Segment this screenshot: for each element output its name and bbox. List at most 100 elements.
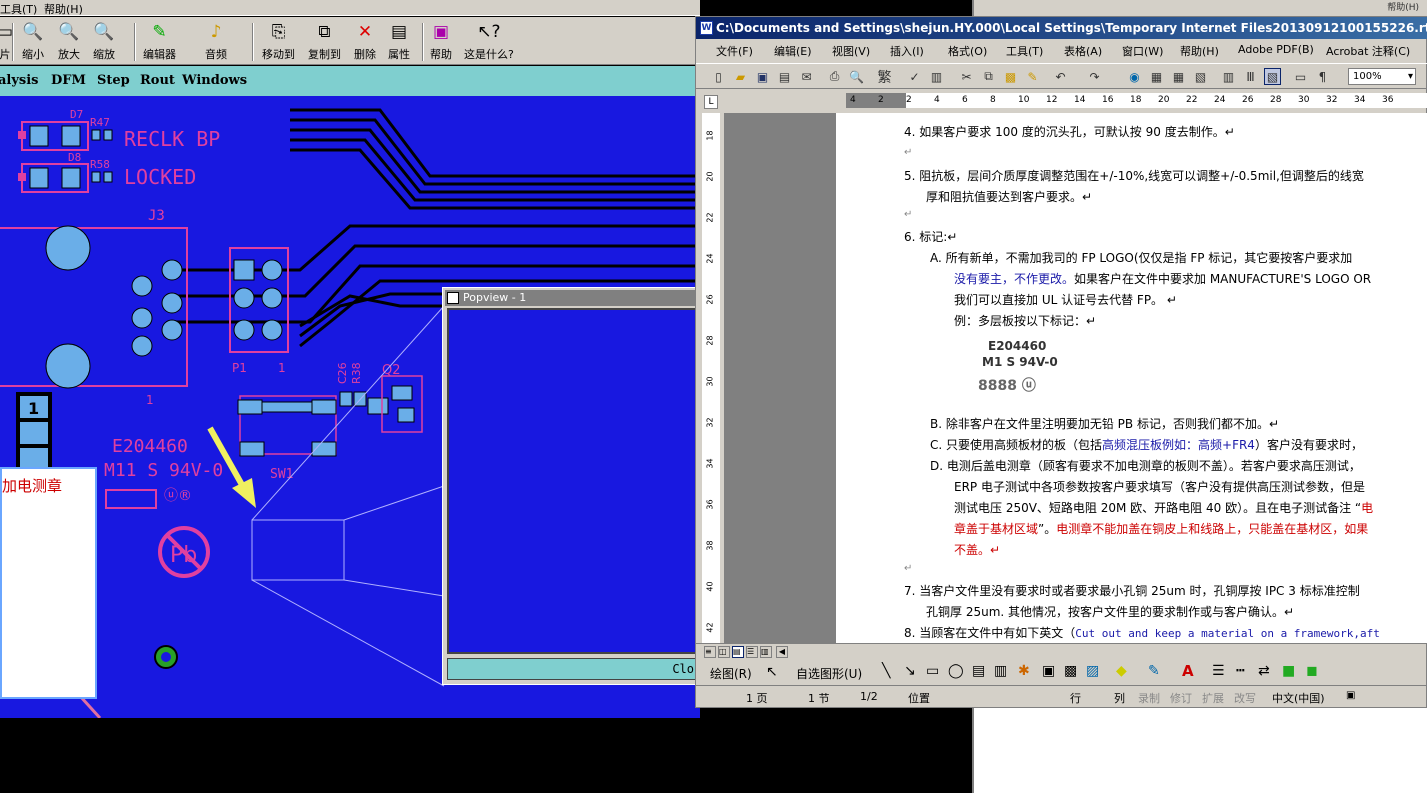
show-hide-icon[interactable]: ▭	[1292, 68, 1309, 85]
drawing-icon[interactable]: Ⅲ	[1242, 68, 1259, 85]
picture-icon[interactable]: ▨	[1086, 663, 1099, 679]
menu-rout[interactable]: Rout	[140, 73, 175, 88]
popview-canvas[interactable]	[447, 308, 699, 654]
web-view-icon[interactable]: ◫	[718, 646, 730, 658]
editor-button[interactable]: ✎ 编辑器	[143, 17, 176, 65]
menu-tools-word[interactable]: 工具(T)	[1006, 43, 1043, 59]
outline-view-icon[interactable]: ☰	[746, 646, 758, 658]
line-color-icon[interactable]: ✎	[1148, 663, 1160, 679]
ruler-tick-label: 30	[1298, 95, 1310, 105]
hyperlink-icon[interactable]: ◉	[1126, 68, 1143, 85]
dash-style-icon[interactable]: ┅	[1236, 663, 1244, 679]
help-button[interactable]: ▣ 帮助	[430, 17, 452, 65]
zoom-select[interactable]: 100% ▾	[1348, 68, 1416, 85]
open-icon[interactable]: ▰	[732, 68, 749, 85]
draw-menu[interactable]: 绘图(R)	[710, 665, 752, 682]
3d-icon[interactable]: ◼	[1306, 663, 1318, 679]
paragraph-mark-icon[interactable]: ¶	[1314, 68, 1331, 85]
clipart-icon[interactable]: ▩	[1064, 663, 1077, 679]
status-record[interactable]: 录制	[1138, 690, 1160, 706]
columns-icon[interactable]: ▥	[1220, 68, 1237, 85]
print-view-icon[interactable]: ▤	[732, 646, 744, 658]
popview-close-button[interactable]: Clo	[447, 658, 699, 680]
cut-icon[interactable]: ✂	[958, 68, 975, 85]
reading-view-icon[interactable]: ▥	[760, 646, 772, 658]
menu-table[interactable]: 表格(A)	[1064, 43, 1102, 59]
copy-icon[interactable]: ⧉	[980, 68, 997, 85]
paste-icon[interactable]: ▩	[1002, 68, 1019, 85]
whats-this-button[interactable]: ↖? 这是什么?	[464, 17, 514, 65]
textbox-icon[interactable]: ▤	[972, 663, 985, 679]
menu-file[interactable]: 文件(F)	[716, 43, 753, 59]
word-window[interactable]: C:\Documents and Settings\shejun.HY.000\…	[695, 16, 1427, 708]
ruler-tick-label: 42	[705, 622, 715, 633]
menu-insert[interactable]: 插入(I)	[890, 43, 924, 59]
undo-icon[interactable]: ↶	[1052, 68, 1069, 85]
properties-button[interactable]: ▤ 属性	[388, 17, 410, 65]
document-page[interactable]: 4. 如果客户要求 100 度的沉头孔，可默认按 90 度去制作。↵ ↵ 5. …	[836, 113, 1427, 643]
arrow-icon[interactable]: ↘	[904, 663, 916, 679]
arrow-style-icon[interactable]: ⇄	[1258, 663, 1270, 679]
menu-help-word[interactable]: 帮助(H)	[1180, 43, 1219, 59]
font-color-icon[interactable]: A	[1182, 662, 1194, 680]
delete-button[interactable]: ✕ 删除	[354, 17, 376, 65]
zoom-in-button[interactable]: 🔍 放大	[58, 17, 80, 65]
line-icon[interactable]: ╲	[882, 663, 890, 679]
select-objects-icon[interactable]: ↖	[766, 664, 778, 680]
research-book-icon[interactable]: ▥	[928, 68, 945, 85]
oval-icon[interactable]: ◯	[948, 663, 964, 679]
vertical-textbox-icon[interactable]: ▥	[994, 663, 1007, 679]
menu-help[interactable]: 帮助(H)	[44, 1, 83, 17]
menu-acrobat-comments[interactable]: Acrobat 注释(C)	[1326, 43, 1410, 59]
spelling-icon[interactable]: 繁	[876, 68, 893, 86]
permission-icon[interactable]: ▤	[776, 68, 793, 85]
word-title-bar[interactable]: C:\Documents and Settings\shejun.HY.000\…	[696, 17, 1427, 39]
popview-window[interactable]: Popview - 1 Clo	[442, 287, 700, 685]
copy-to-button[interactable]: ⧉ 复制到	[308, 17, 341, 65]
document-map-icon[interactable]: ▧	[1264, 68, 1281, 85]
rectangle-icon[interactable]: ▭	[926, 663, 939, 679]
insert-table-icon[interactable]: ▦	[1170, 68, 1187, 85]
menu-format[interactable]: 格式(O)	[948, 43, 987, 59]
print-preview-icon[interactable]: 🔍	[848, 68, 865, 85]
menu-view[interactable]: 视图(V)	[832, 43, 870, 59]
horizontal-scrollbar[interactable]: ≡ ◫ ▤ ☰ ▥ ◀	[696, 643, 1427, 659]
menu-windows[interactable]: Windows	[182, 73, 247, 88]
move-to-button[interactable]: ⎘ 移动到	[262, 17, 295, 65]
fill-color-icon[interactable]: ◆	[1116, 663, 1127, 679]
shadow-icon[interactable]: ■	[1282, 663, 1295, 679]
insert-excel-icon[interactable]: ▧	[1192, 68, 1209, 85]
save-icon[interactable]: ▣	[754, 68, 771, 85]
horizontal-ruler[interactable]: 4 2 2 4 6 8 10 12 14 16 18 20 22 24 26 28 30 32 34 36	[846, 93, 1427, 108]
line-style-icon[interactable]: ☰	[1212, 663, 1225, 679]
audio-button[interactable]: ♪ 音频	[205, 17, 227, 65]
new-icon[interactable]: ▯	[710, 68, 727, 85]
email-icon[interactable]: ✉	[798, 68, 815, 85]
background-window-menu[interactable]: 帮助(H)	[974, 0, 1427, 16]
autoshapes-menu[interactable]: 自选图形(U)	[796, 665, 862, 682]
menu-tools[interactable]: 工具(T)	[0, 1, 37, 17]
zoom-button[interactable]: 🔍 缩放	[93, 17, 115, 65]
zoom-out-button[interactable]: 🔍 缩小	[22, 17, 44, 65]
format-painter-icon[interactable]: ✎	[1024, 68, 1041, 85]
print-icon[interactable]: ⎙	[826, 68, 843, 85]
normal-view-icon[interactable]: ≡	[704, 646, 716, 658]
tables-borders-icon[interactable]: ▦	[1148, 68, 1165, 85]
redo-icon[interactable]: ↷	[1086, 68, 1103, 85]
diagram-icon[interactable]: ▣	[1042, 663, 1055, 679]
menu-window[interactable]: 窗口(W)	[1122, 43, 1163, 59]
scroll-left-icon[interactable]: ◀	[776, 646, 788, 658]
status-extend[interactable]: 扩展	[1202, 690, 1224, 706]
popview-title[interactable]: Popview - 1	[445, 290, 699, 306]
menu-analysis[interactable]: alysis	[0, 73, 39, 88]
menu-dfm[interactable]: DFM	[51, 73, 86, 88]
menu-edit[interactable]: 编辑(E)	[774, 43, 812, 59]
research-icon[interactable]: ✓	[906, 68, 923, 85]
status-track-changes[interactable]: 修订	[1170, 690, 1192, 706]
menu-step[interactable]: Step	[97, 73, 130, 88]
wordart-icon[interactable]: ✱	[1018, 663, 1030, 679]
spelling-status-icon[interactable]: ▣	[1346, 690, 1355, 701]
tab-selector[interactable]: L	[704, 95, 718, 109]
menu-adobe-pdf[interactable]: Adobe PDF(B)	[1238, 43, 1314, 56]
status-overtype[interactable]: 改写	[1234, 690, 1256, 706]
